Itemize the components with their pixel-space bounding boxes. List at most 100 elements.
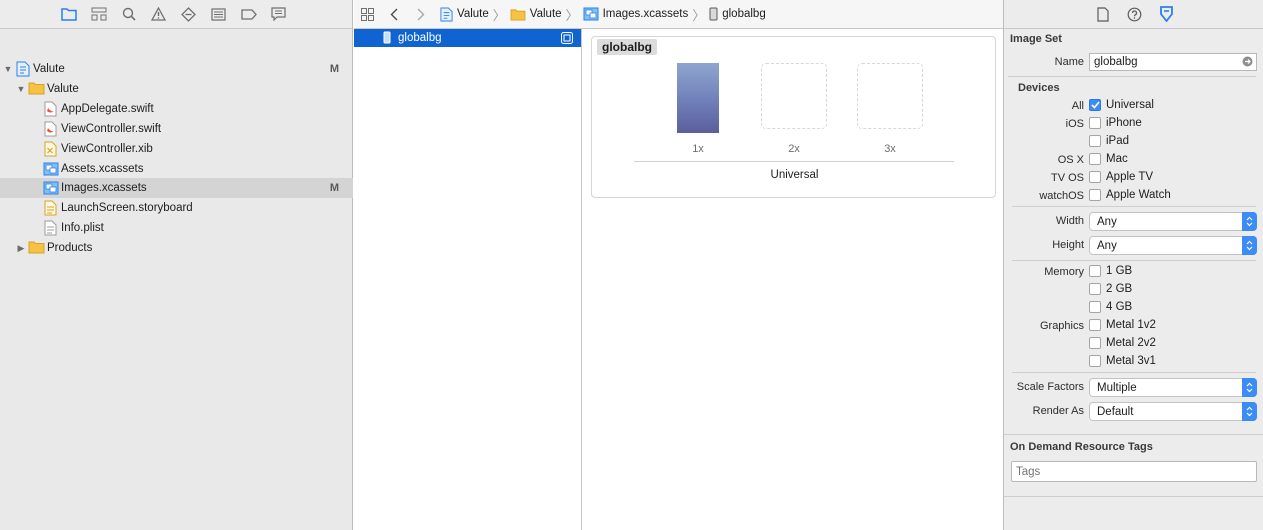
checkbox[interactable] [1089,153,1101,165]
memory-2gb-checkbox-row[interactable]: 2 GB [1089,283,1132,295]
popup-stepper-icon [1242,212,1257,231]
quick-help-icon[interactable] [1125,5,1144,24]
name-field[interactable]: globalbg [1089,53,1257,71]
checkbox-label: iPad [1106,135,1130,147]
go-arrow-icon[interactable] [1242,56,1253,70]
debug-icon[interactable] [209,5,228,24]
attributes-inspector-icon[interactable] [1157,5,1176,24]
checkbox[interactable] [1089,355,1101,367]
breadcrumb-project[interactable]: Valute [440,7,489,22]
render-as-popup[interactable]: Default [1089,402,1257,421]
checkbox[interactable] [1089,135,1101,147]
folder-icon [28,81,45,97]
related-items-button[interactable] [354,0,380,29]
disclosure-expanded-icon[interactable]: ▼ [16,84,26,94]
asset-list: globalbg [354,29,582,530]
hierarchy-icon[interactable] [89,5,108,24]
width-popup[interactable]: Any [1089,212,1257,231]
image-set-section-title: Image Set [1010,33,1062,45]
breadcrumb-separator: 〉 [565,7,579,23]
tree-row-file-selected[interactable]: Images.xcassets M [0,178,353,198]
tree-row-file[interactable]: Assets.xcassets [0,159,353,179]
forward-button[interactable] [408,0,434,29]
inspector-bottom-strip [1004,496,1263,530]
breadcrumb-group[interactable]: Valute [510,8,562,21]
plist-file-icon [44,220,59,236]
metal-2v2-checkbox-row[interactable]: Metal 2v2 [1089,337,1156,349]
image-slot-3x[interactable] [857,63,923,133]
iphone-checkbox-row[interactable]: iPhone [1089,117,1142,129]
tags-field[interactable] [1011,461,1257,482]
tree-row-group[interactable]: ▼ Valute [0,79,353,99]
checkbox-label: Apple TV [1106,171,1154,183]
checkbox[interactable] [1089,189,1101,201]
folder-icon [28,240,45,256]
empty-slot-box [857,63,923,129]
apple-watch-checkbox-row[interactable]: Apple Watch [1089,189,1171,201]
ipad-checkbox-row[interactable]: iPad [1089,135,1129,147]
height-popup[interactable]: Any [1089,236,1257,255]
checkbox[interactable] [1089,283,1101,295]
tree-label: Images.xcassets [61,182,147,194]
apple-tv-checkbox-row[interactable]: Apple TV [1089,171,1153,183]
project-icon [16,61,31,77]
asset-catalog-icon [583,7,599,21]
universal-checkbox-row[interactable]: Universal [1089,99,1154,111]
warning-icon[interactable] [149,5,168,24]
grid-icon [360,7,374,21]
asset-list-item-selected[interactable]: globalbg [354,29,581,47]
section-divider [1004,434,1263,435]
tree-row-project[interactable]: ▼ Valute M [0,59,353,79]
metal-1v2-checkbox-row[interactable]: Metal 1v2 [1089,319,1156,331]
device-label-osx: OS X [1057,154,1084,166]
tree-label: Info.plist [61,222,104,234]
scm-status-badge: M [329,182,339,194]
slot-scale-label: 3x [884,143,896,155]
breakpoint-icon[interactable] [239,5,258,24]
slot-scale-label: 1x [692,143,704,155]
tree-row-file[interactable]: Info.plist [0,218,353,238]
disclosure-collapsed-icon[interactable]: ▶ [16,243,26,253]
image-slot-1x[interactable] [677,63,743,133]
tree-row-file[interactable]: ViewController.swift [0,119,353,139]
navigator-toolbar [0,0,352,29]
checkbox[interactable] [1089,301,1101,313]
memory-1gb-checkbox-row[interactable]: 1 GB [1089,265,1132,277]
checkbox[interactable] [1089,337,1101,349]
breadcrumb-asset-catalog[interactable]: Images.xcassets [583,7,688,21]
checkbox[interactable] [1089,117,1101,129]
folder-icon[interactable] [59,5,78,24]
chevron-left-icon [390,8,398,20]
metal-3v1-checkbox-row[interactable]: Metal 3v1 [1089,355,1156,367]
memory-label: Memory [1044,266,1084,278]
checkbox[interactable] [1089,265,1101,277]
checkbox-label: 2 GB [1106,283,1133,295]
checkbox[interactable] [1089,171,1101,183]
image-set-badge-icon [561,32,573,47]
scale-factors-popup[interactable]: Multiple [1089,378,1257,397]
mac-checkbox-row[interactable]: Mac [1089,153,1128,165]
checkbox[interactable] [1089,319,1101,331]
checkbox-label: 4 GB [1106,301,1133,313]
tree-row-file[interactable]: LaunchScreen.storyboard [0,198,353,218]
image-slot-2x[interactable] [761,63,827,133]
tree-row-file[interactable]: ViewController.xib [0,139,353,159]
tree-row-group[interactable]: ▶ Products [0,238,353,258]
test-icon[interactable] [179,5,198,24]
report-icon[interactable] [269,5,288,24]
checkbox-label: Mac [1106,153,1128,165]
breadcrumb-label: Valute [529,8,562,20]
scale-factors-label: Scale Factors [1016,381,1084,393]
image-set-title[interactable]: globalbg [597,39,657,55]
file-inspector-icon[interactable] [1093,5,1112,24]
folder-icon [510,8,526,21]
disclosure-expanded-icon[interactable]: ▼ [3,64,13,74]
search-icon[interactable] [119,5,138,24]
image-set-icon [709,7,718,21]
tree-row-file[interactable]: AppDelegate.swift [0,99,353,119]
checkbox-label: Apple Watch [1106,189,1171,201]
memory-4gb-checkbox-row[interactable]: 4 GB [1089,301,1132,313]
checkbox-checked[interactable] [1089,99,1101,111]
breadcrumb-image-set[interactable]: globalbg [709,7,766,21]
back-button[interactable] [380,0,408,29]
